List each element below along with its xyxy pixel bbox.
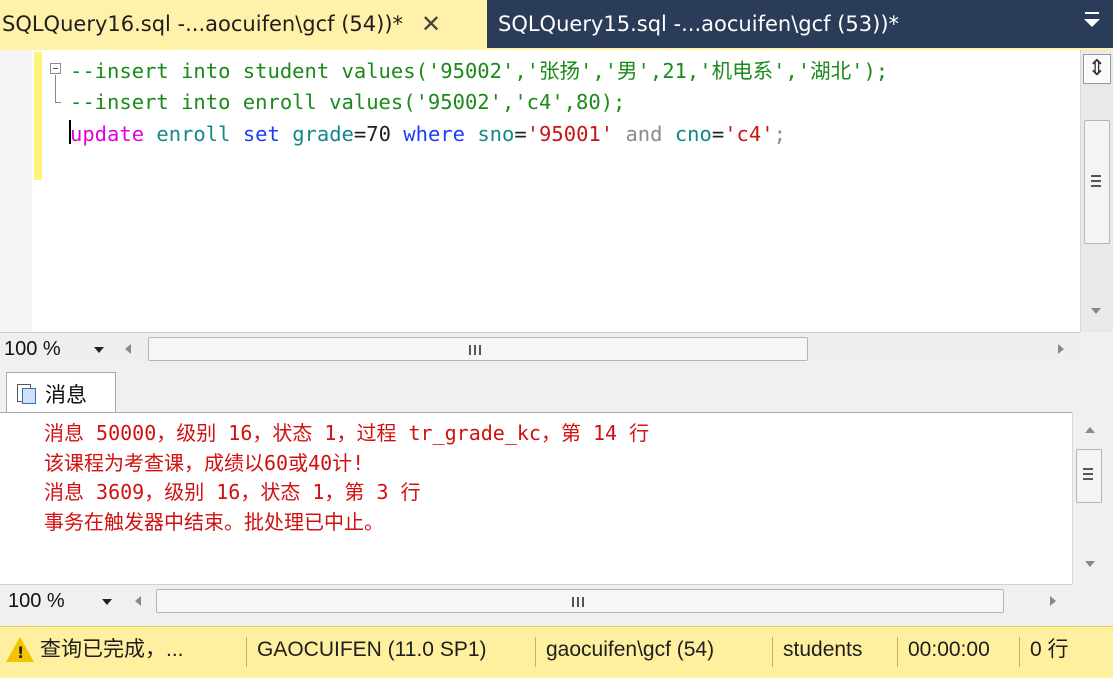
pane-bottom-border	[0, 618, 1113, 626]
editor-zoom-dropdown[interactable]: 100 %	[4, 336, 108, 362]
code-line-1: --insert into student values('95002','张扬…	[70, 59, 889, 83]
keyword-and: and	[625, 122, 663, 146]
message-line: 消息 3609，级别 16，状态 1，第 3 行	[44, 480, 421, 504]
text-caret	[69, 120, 71, 144]
scroll-thumb[interactable]	[1076, 449, 1102, 503]
editor-horizontal-bar: 100 %	[0, 332, 1080, 366]
keyword-update: update	[70, 122, 145, 146]
tab-sqlquery15[interactable]: SQLQuery15.sql -...aocuifen\gcf (53))*	[490, 0, 950, 48]
column-sno: sno	[477, 122, 515, 146]
split-editor-icon[interactable]: ⇕	[1083, 54, 1111, 84]
document-tab-strip: SQLQuery16.sql -...aocuifen\gcf (54))* ✕…	[0, 0, 1113, 50]
tab-messages[interactable]: 消息	[6, 372, 116, 414]
scroll-right-arrow-icon[interactable]	[1058, 344, 1064, 354]
scroll-down-arrow-icon[interactable]	[1085, 561, 1095, 567]
scroll-corner	[1080, 332, 1113, 366]
string-literal: '95001'	[526, 122, 614, 146]
change-tracking-bar	[34, 52, 42, 180]
chevron-down-icon	[102, 599, 112, 605]
scroll-left-arrow-icon[interactable]	[125, 344, 131, 354]
chevron-down-icon	[94, 347, 104, 353]
scroll-down-arrow-icon[interactable]	[1091, 308, 1101, 314]
keyword-set: set	[242, 122, 280, 146]
message-line: 消息 50000，级别 16，状态 1，过程 tr_grade_kc，第 14 …	[44, 421, 650, 445]
database-name: students	[783, 638, 863, 661]
tab-label: 消息	[45, 382, 87, 407]
column-cno: cno	[674, 122, 712, 146]
editor-vertical-scrollbar[interactable]: ⇕	[1080, 50, 1113, 332]
outline-line	[55, 75, 56, 103]
semicolon: ;	[773, 122, 786, 146]
table-name: enroll	[156, 122, 231, 146]
scroll-right-arrow-icon[interactable]	[1050, 596, 1056, 606]
messages-icon	[15, 383, 37, 405]
scroll-up-arrow-icon[interactable]	[1085, 427, 1095, 433]
status-bar: ! 查询已完成，... GAOCUIFEN (11.0 SP1) gaocuif…	[0, 626, 1113, 678]
scroll-thumb[interactable]	[1084, 120, 1110, 244]
operator: =	[353, 122, 367, 146]
messages-vertical-scrollbar[interactable]	[1072, 413, 1113, 584]
code-line-3: update enroll set grade=70 where sno='95…	[70, 119, 786, 149]
messages-pane[interactable]: 消息 50000，级别 16，状态 1，过程 tr_grade_kc，第 14 …	[0, 412, 1080, 584]
operator: =	[514, 122, 527, 146]
zoom-value: 100 %	[4, 338, 61, 360]
row-count: 0 行	[1030, 638, 1069, 661]
tab-overflow-dropdown-icon[interactable]	[1083, 10, 1101, 30]
column-grade: grade	[292, 122, 354, 146]
query-status: 查询已完成，...	[40, 638, 184, 661]
messages-zoom-dropdown[interactable]: 100 %	[8, 588, 116, 614]
server-name: GAOCUIFEN (11.0 SP1)	[257, 638, 487, 661]
scroll-left-arrow-icon[interactable]	[135, 596, 141, 606]
login-name: gaocuifen\gcf (54)	[546, 638, 715, 661]
number-literal: 70	[366, 122, 391, 146]
sql-editor[interactable]: --insert into student values('95002','张扬…	[0, 50, 1080, 332]
tab-sqlquery16[interactable]: SQLQuery16.sql -...aocuifen\gcf (54))* ✕	[0, 0, 487, 48]
string-literal: 'c4'	[724, 122, 774, 146]
results-tab-bar: 消息	[0, 366, 1113, 414]
code-line-2: --insert into enroll values('95002','c4'…	[70, 90, 626, 114]
messages-horizontal-bar: 100 %	[0, 584, 1072, 618]
collapse-region-icon[interactable]	[50, 63, 61, 74]
keyword-where: where	[403, 122, 465, 146]
tab-title: SQLQuery15.sql -...aocuifen\gcf (53))*	[498, 12, 900, 36]
elapsed-time: 00:00:00	[908, 638, 990, 661]
operator: =	[711, 122, 725, 146]
horizontal-scroll-thumb[interactable]	[156, 589, 1004, 613]
tab-title: SQLQuery16.sql -...aocuifen\gcf (54))*	[2, 12, 404, 36]
message-line: 该课程为考查课，成绩以60或40计!	[44, 451, 365, 475]
outline-line-end	[55, 102, 61, 103]
horizontal-scroll-thumb[interactable]	[148, 337, 808, 361]
zoom-value: 100 %	[8, 590, 65, 612]
editor-margin	[0, 50, 32, 332]
close-icon[interactable]: ✕	[421, 12, 441, 36]
message-line: 事务在触发器中结束。批处理已中止。	[44, 510, 384, 534]
